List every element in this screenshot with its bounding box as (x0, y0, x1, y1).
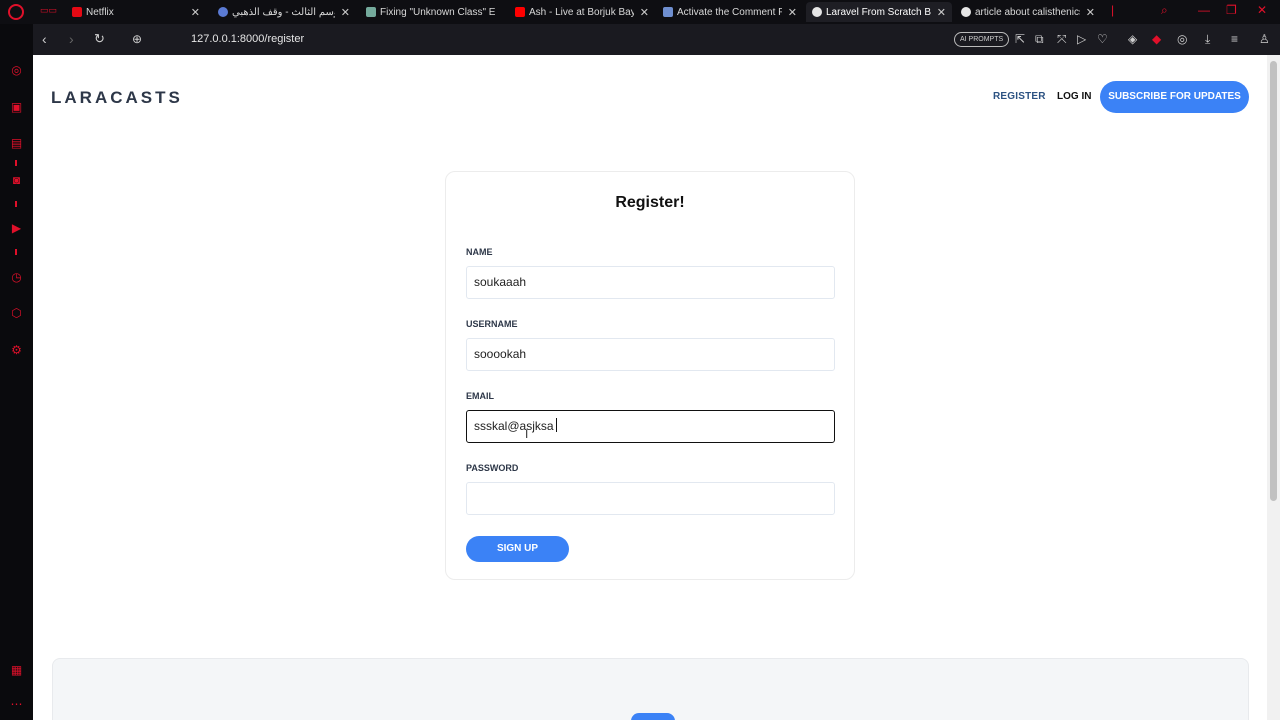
close-tab-icon[interactable]: ✕ (937, 6, 946, 19)
shield-icon (218, 7, 228, 17)
tab-netflix[interactable]: Netflix ✕ (66, 2, 206, 22)
search-tabs-icon[interactable]: ⌕ (1161, 3, 1168, 18)
name-label: NAME (466, 247, 493, 257)
newsletter-illustration-icon (631, 713, 675, 720)
email-label: EMAIL (466, 391, 494, 401)
netflix-icon (72, 7, 82, 17)
tab-fixing-unknown-class[interactable]: Fixing "Unknown Class" E (360, 2, 506, 22)
chatgpt-icon (366, 7, 376, 17)
globe-icon (812, 7, 822, 17)
close-tab-icon[interactable]: ✕ (341, 6, 350, 19)
close-window-icon[interactable]: ✕ (1257, 3, 1267, 17)
minimize-icon[interactable]: — (1198, 3, 1210, 17)
email-field[interactable]: ssskal@asjksa (466, 410, 835, 443)
browser-sidebar: ◎ ▣ ▤ ◙ ▶ ◷ ⬡ ⚙ ▦ ⋯ (0, 24, 33, 720)
player-icon[interactable]: ▶ (9, 221, 24, 236)
snapshot-icon[interactable]: ⧉ (1035, 32, 1044, 46)
more-icon[interactable]: ⋯ (9, 697, 24, 712)
settings-gear-icon[interactable]: ⚙ (9, 343, 24, 358)
aria-icon[interactable]: ◎ (9, 63, 24, 78)
tab-laravel-from-scratch[interactable]: Laravel From Scratch Blo ✕ (806, 2, 952, 22)
password-field[interactable] (466, 482, 835, 515)
site-logo[interactable]: LARACASTS (51, 88, 183, 108)
tab-ash-live[interactable]: Ash - Live at Borjuk Bay ✕ (509, 2, 655, 22)
close-tab-icon[interactable]: ✕ (191, 6, 200, 19)
subscribe-button[interactable]: SUBSCRIBE FOR UPDATES (1100, 81, 1249, 113)
text-cursor-icon: I (525, 427, 529, 441)
adblock-icon[interactable]: ◆ (1152, 32, 1161, 46)
password-label: PASSWORD (466, 463, 519, 473)
nav-login-link[interactable]: LOG IN (1057, 91, 1091, 102)
tab-bar: ▭▭ Netflix ✕ الموسم الثالث - وقف الذهبي … (0, 0, 1280, 24)
new-tab-separator: | (1111, 3, 1115, 17)
twitch-icon[interactable]: ▤ (9, 136, 24, 151)
address-bar: ‹ › ↻ ⊕ 127.0.0.1:8000/register AI PROMP… (33, 24, 1280, 55)
extension-icon[interactable]: ⤧ (1057, 32, 1067, 46)
page-scrollbar[interactable] (1267, 55, 1280, 720)
workspaces-icon[interactable]: ▭▭ (40, 5, 57, 18)
scrollbar-thumb[interactable] (1270, 61, 1277, 501)
sidebar-divider (15, 160, 17, 166)
site-info-icon[interactable]: ⊕ (132, 31, 142, 47)
sidebar-divider (15, 249, 17, 255)
close-tab-icon[interactable]: ✕ (788, 6, 797, 19)
play-icon[interactable]: ▷ (1077, 32, 1086, 46)
tab-activate-comment[interactable]: Activate the Comment Fo ✕ (657, 2, 803, 22)
username-label: USERNAME (466, 319, 518, 329)
download-icon[interactable]: ⤓ (1205, 32, 1210, 46)
email-value: ssskal@asjksa (474, 419, 554, 433)
shopping-bag-icon[interactable]: ▣ (9, 100, 24, 115)
sidebar-divider (15, 201, 17, 207)
paper-plane-icon (663, 7, 673, 17)
restore-icon[interactable]: ❐ (1226, 3, 1237, 17)
close-tab-icon[interactable]: ✕ (1086, 6, 1095, 19)
vpn-icon[interactable]: ◈ (1128, 32, 1137, 46)
sign-up-button[interactable]: SIGN UP (466, 536, 569, 562)
tab-article-calisthenics[interactable]: article about calisthenics ✕ (955, 2, 1101, 22)
page-content: LARACASTS REGISTER LOG IN SUBSCRIBE FOR … (33, 55, 1267, 720)
name-field[interactable]: soukaaah (466, 266, 835, 299)
sync-icon[interactable]: ◎ (1177, 32, 1187, 46)
ai-prompts-button[interactable]: AI PROMPTS (954, 32, 1010, 47)
username-field[interactable]: sooookah (466, 338, 835, 371)
register-card: Register! NAME soukaaah USERNAME sooooka… (445, 171, 855, 580)
nav-register-link[interactable]: REGISTER (993, 91, 1046, 102)
tab-arabic[interactable]: الموسم الثالث - وقف الذهبي ✕ (212, 2, 356, 22)
easy-setup-icon[interactable]: ≡ (1231, 32, 1238, 46)
text-caret (555, 418, 557, 432)
close-tab-icon[interactable]: ✕ (640, 6, 649, 19)
back-icon[interactable]: ‹ (42, 31, 47, 47)
share-icon[interactable]: ⇱ (1015, 32, 1025, 46)
page-title: Register! (615, 194, 685, 211)
reload-icon[interactable]: ↻ (94, 31, 105, 47)
globe-icon (961, 7, 971, 17)
newsletter-section (52, 658, 1249, 720)
forward-icon[interactable]: › (69, 31, 74, 47)
history-icon[interactable]: ◷ (9, 270, 24, 285)
url-field[interactable]: 127.0.0.1:8000/register (191, 33, 304, 45)
youtube-icon (515, 7, 525, 17)
opera-logo-icon[interactable] (8, 4, 24, 20)
pinboard-icon[interactable]: ▦ (9, 663, 24, 678)
heart-icon[interactable]: ♡ (1097, 32, 1108, 46)
profile-icon[interactable]: ♙ (1259, 32, 1270, 46)
instagram-icon[interactable]: ◙ (9, 173, 24, 188)
extensions-cube-icon[interactable]: ⬡ (9, 306, 24, 321)
